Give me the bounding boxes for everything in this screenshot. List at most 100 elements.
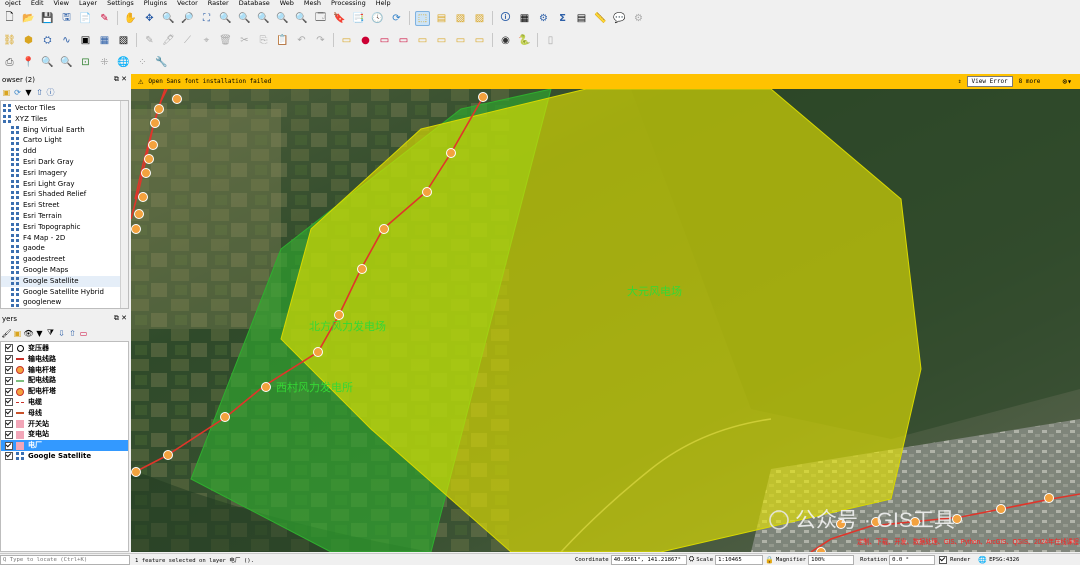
layer-checkbox[interactable] bbox=[5, 452, 13, 461]
processing-toolbox-icon[interactable]: ⚙ bbox=[536, 11, 551, 26]
identify-icon[interactable]: 🛈 bbox=[498, 11, 513, 26]
tower-node[interactable] bbox=[220, 412, 230, 422]
filter-expression-icon[interactable]: ⧩ bbox=[46, 328, 55, 338]
refresh-icon[interactable]: ⟳ bbox=[389, 11, 404, 26]
layer-row-transmission-tower[interactable]: 输电杆塔 bbox=[1, 365, 128, 376]
open-table-icon[interactable]: ▤ bbox=[574, 11, 589, 26]
menu-view[interactable]: View bbox=[49, 0, 74, 7]
panel-toggle-icon[interactable]: ▯ bbox=[543, 33, 558, 48]
layer-row-transformer[interactable]: 变压器 bbox=[1, 343, 128, 354]
zoom-selection-icon[interactable]: 🔍 bbox=[218, 11, 233, 26]
edit-save-icon[interactable]: 🖊 bbox=[161, 33, 176, 48]
zoom-to-icon[interactable]: 🔍 bbox=[59, 55, 74, 70]
add-delimited-icon[interactable]: ∿ bbox=[59, 33, 74, 48]
add-selected-icon[interactable]: ▣ bbox=[2, 88, 11, 97]
tower-node[interactable] bbox=[144, 154, 154, 164]
tower-node[interactable] bbox=[261, 382, 271, 392]
menu-settings[interactable]: Settings bbox=[102, 0, 139, 7]
layer-row-power-plant[interactable]: 电厂 bbox=[1, 440, 128, 451]
layer-row-substation[interactable]: 变电站 bbox=[1, 429, 128, 440]
browser-item-gaodestreet[interactable]: gaodestreet bbox=[1, 254, 128, 265]
tower-node[interactable] bbox=[357, 264, 367, 274]
layer-row-cable[interactable]: 电缆 bbox=[1, 397, 128, 408]
collapse-icon[interactable]: ⇧ bbox=[35, 88, 44, 97]
paste-icon[interactable]: 📋 bbox=[275, 33, 290, 48]
capture-icon[interactable]: ⊡ bbox=[78, 55, 93, 70]
digitize-icon[interactable]: ⟋ bbox=[180, 33, 195, 48]
scroll-arrows-icon[interactable]: ⇕ bbox=[958, 78, 962, 85]
menu-mesh[interactable]: Mesh bbox=[299, 0, 326, 7]
browser-item-esri-dark-gray[interactable]: Esri Dark Gray bbox=[1, 157, 128, 168]
locator-input[interactable]: Q Type to locate (Ctrl+K) bbox=[0, 554, 130, 565]
tower-node[interactable] bbox=[154, 104, 164, 114]
scale-field[interactable]: 1:10465 bbox=[715, 554, 764, 565]
tower-node[interactable] bbox=[172, 94, 182, 104]
browser-item-f4-map[interactable]: F4 Map - 2D bbox=[1, 233, 128, 244]
zoom-next-icon[interactable]: 🔍 bbox=[294, 11, 309, 26]
rotate-label-icon[interactable]: ▭ bbox=[434, 33, 449, 48]
browser-item-carto-light[interactable]: Carto Light bbox=[1, 135, 128, 146]
zoom-native-icon[interactable]: 🔍 bbox=[256, 11, 271, 26]
browser-item-ddd[interactable]: ddd bbox=[1, 146, 128, 157]
menu-edit[interactable]: Edit bbox=[26, 0, 49, 7]
save-as-icon[interactable]: 🖫 bbox=[59, 11, 74, 26]
filter-legend-icon[interactable]: ▼ bbox=[35, 329, 44, 338]
menu-web[interactable]: Web bbox=[275, 0, 299, 7]
zoom-full-icon[interactable]: ⛶ bbox=[199, 11, 214, 26]
browser-item-google-maps[interactable]: Google Maps bbox=[1, 265, 128, 276]
info-icon[interactable]: ⓘ bbox=[46, 88, 55, 97]
browser-item-gaode[interactable]: gaode bbox=[1, 243, 128, 254]
tower-node[interactable] bbox=[141, 168, 151, 178]
change-label-icon[interactable]: ▭ bbox=[453, 33, 468, 48]
browser-scrollbar[interactable] bbox=[120, 101, 128, 308]
layer-checkbox[interactable] bbox=[5, 441, 13, 450]
browser-item-esri-light-gray[interactable]: Esri Light Gray bbox=[1, 179, 128, 190]
layer-checkbox[interactable] bbox=[5, 430, 13, 439]
new-bookmark-icon[interactable]: 🔖 bbox=[332, 11, 347, 26]
select-location-icon[interactable]: ▨ bbox=[472, 11, 487, 26]
browser-item-esri-street[interactable]: Esri Street bbox=[1, 200, 128, 211]
lock-icon[interactable]: 🔒 bbox=[765, 556, 774, 564]
menu-help[interactable]: Help bbox=[371, 0, 396, 7]
measure-icon[interactable]: 📏 bbox=[593, 11, 608, 26]
open-styling-icon[interactable]: 🖌 bbox=[1, 329, 11, 338]
layer-row-distribution-line[interactable]: 配电线路 bbox=[1, 375, 128, 386]
zoom-in-icon[interactable]: 🔍 bbox=[161, 11, 176, 26]
tower-node[interactable] bbox=[334, 310, 344, 320]
georef-icon[interactable]: 📍 bbox=[21, 55, 36, 70]
menu-database[interactable]: Database bbox=[234, 0, 275, 7]
python-console-icon[interactable]: 🐍 bbox=[517, 33, 532, 48]
zoom-layer-icon[interactable]: 🔍 bbox=[237, 11, 252, 26]
rotation-field[interactable]: 0.0 ° bbox=[889, 554, 936, 565]
browser-item-xyz-tiles[interactable]: XYZ Tiles bbox=[1, 114, 128, 125]
magnifier-field[interactable]: 100% bbox=[808, 554, 855, 565]
select-features-icon[interactable]: ⬚ bbox=[415, 10, 430, 26]
tower-node[interactable] bbox=[131, 224, 141, 234]
tower-node[interactable] bbox=[313, 347, 323, 357]
new-map-view-icon[interactable]: 🗔 bbox=[313, 11, 328, 26]
menu-plugins[interactable]: Plugins bbox=[139, 0, 172, 7]
map-canvas[interactable]: 大元风电场 北方风力发电场 西村风力发电所 公众号 · GIS工具 定制、下载、… bbox=[131, 89, 1080, 552]
layer-row-switch-station[interactable]: 开关站 bbox=[1, 419, 128, 430]
coordinate-field[interactable]: 40.9561°, 141.21867° bbox=[610, 554, 687, 565]
tower-node[interactable] bbox=[150, 118, 160, 128]
pan-icon[interactable]: ✋ bbox=[123, 11, 138, 26]
copy-icon[interactable]: ⎘ bbox=[256, 33, 271, 48]
layer-checkbox[interactable] bbox=[5, 344, 13, 353]
tower-node[interactable] bbox=[131, 467, 141, 477]
layer-checkbox[interactable] bbox=[5, 355, 13, 364]
node-tool-icon[interactable]: ⁘ bbox=[135, 55, 150, 70]
move-label-icon[interactable]: ▭ bbox=[415, 33, 430, 48]
browser-item-esri-imagery[interactable]: Esri Imagery bbox=[1, 168, 128, 179]
remove-layer-icon[interactable]: ▭ bbox=[79, 329, 88, 338]
select-value-icon[interactable]: ▤ bbox=[434, 11, 449, 26]
layer-checkbox[interactable] bbox=[5, 365, 13, 374]
add-raster-icon[interactable]: ⛭ bbox=[40, 33, 55, 48]
layer-row-transmission-line[interactable]: 输电线路 bbox=[1, 354, 128, 365]
panel-float-close-icon[interactable]: ⧉ ✕ bbox=[114, 314, 127, 323]
browser-item-google-satellite[interactable]: Google Satellite bbox=[1, 275, 128, 287]
globe-icon[interactable]: ◉ bbox=[498, 33, 513, 48]
panel-float-close-icon[interactable]: ⧉ ✕ bbox=[114, 75, 127, 84]
search-icon[interactable]: 🔍 bbox=[40, 55, 55, 70]
layer-checkbox[interactable] bbox=[5, 409, 13, 418]
